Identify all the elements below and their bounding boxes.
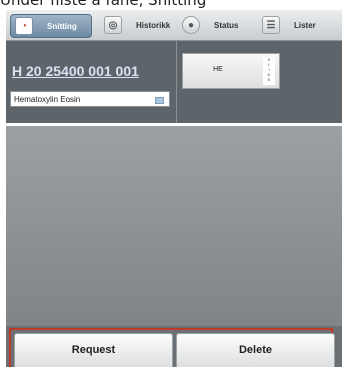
tab-historikk[interactable]: ◎ Historikk [104,14,184,36]
tab-label: Historikk [136,20,171,30]
tab-label: Lister [294,20,316,30]
tab-label: Status [214,20,239,30]
slide-button[interactable]: HE SLIDE [182,53,280,89]
request-button[interactable]: Request [14,333,173,367]
tab-bar: ◔ Snitting ◎ Historikk ● Status ☰ Lister [6,10,342,41]
tab-label: Snitting [47,21,77,31]
case-panel: H 20 25400 001 001 Hematoxylin Eosin HE … [6,41,342,123]
tab-status[interactable]: ● Status [182,14,252,36]
stain-label: Hematoxylin Eosin [14,95,81,104]
list-icon: ☰ [262,16,280,34]
stain-field[interactable]: Hematoxylin Eosin [10,91,170,107]
slide-label: HE [213,66,223,73]
tab-lister[interactable]: ☰ Lister [262,14,338,36]
dropdown-icon [155,97,164,104]
case-id-link[interactable]: H 20 25400 001 001 [12,63,139,79]
circle-icon: ● [182,16,200,34]
tab-snitting[interactable]: ◔ Snitting [10,14,92,38]
caption-text: Under fliste a fane, Snitting [0,0,342,8]
content-area [6,126,342,338]
clock-pie-icon: ◔ [15,17,33,35]
target-icon: ◎ [104,16,122,34]
divider [176,41,177,123]
slide-strip: SLIDE [263,57,275,85]
app-window: ◔ Snitting ◎ Historikk ● Status ☰ Lister… [6,10,342,367]
delete-button[interactable]: Delete [176,333,335,367]
